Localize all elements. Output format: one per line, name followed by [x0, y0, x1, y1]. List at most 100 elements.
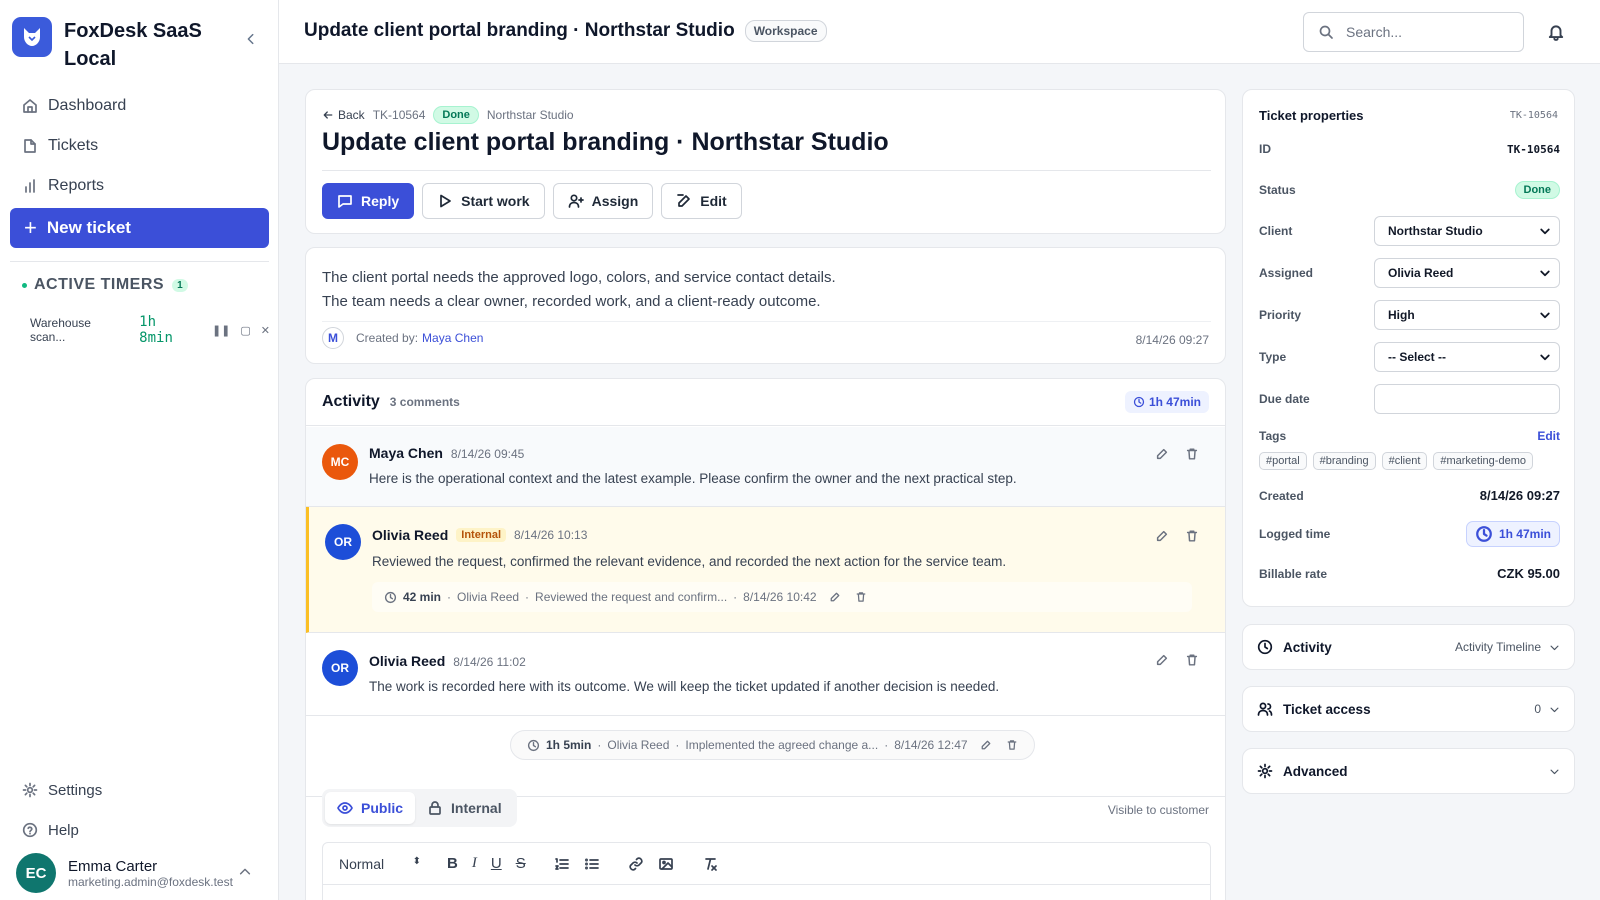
tag[interactable]: #branding — [1312, 452, 1376, 470]
bold-icon[interactable]: B — [447, 855, 458, 872]
bottom-nav: Settings Help — [22, 770, 272, 850]
type-select[interactable]: -- Select -- — [1374, 342, 1560, 372]
workspace-badge: Workspace — [744, 20, 827, 42]
prop-value: 8/14/26 09:27 — [1479, 488, 1560, 503]
search-input[interactable]: Search... — [1303, 12, 1524, 52]
edit-tags-link[interactable]: Edit — [1537, 429, 1560, 443]
time-entry-duration: 1h 5min — [546, 738, 592, 752]
time-entry[interactable]: 42 min · Olivia Reed · Reviewed the requ… — [372, 582, 1192, 612]
ticket-access-toggle[interactable]: Ticket access 0 — [1242, 686, 1575, 732]
divider — [10, 261, 269, 262]
assigned-select[interactable]: Olivia Reed — [1374, 258, 1560, 288]
image-icon[interactable] — [658, 856, 674, 872]
close-icon[interactable]: ✕ — [261, 324, 270, 337]
bell-icon[interactable] — [1547, 23, 1565, 41]
nav-tickets[interactable]: Tickets — [12, 126, 268, 166]
tab-public[interactable]: Public — [325, 792, 416, 824]
prop-id: ID TK-10564 — [1259, 142, 1560, 156]
comment-tools — [1155, 653, 1199, 667]
edit-button[interactable]: Edit — [661, 183, 742, 219]
prop-client: Client Northstar Studio — [1259, 216, 1560, 246]
ordered-list-icon[interactable] — [554, 856, 570, 872]
edit-label: Edit — [700, 193, 727, 209]
nav-reports[interactable]: Reports — [12, 166, 268, 206]
trash-icon[interactable] — [1185, 529, 1199, 543]
timer-item[interactable]: Warehouse scan... 1h 8min ❚❚ ▢ ✕ — [30, 314, 270, 346]
italic-icon[interactable]: I — [472, 855, 477, 872]
avatar: EC — [16, 853, 56, 893]
page-title: Update client portal branding · Northsta… — [304, 20, 827, 42]
brand[interactable]: FoxDesk SaaS Local — [12, 17, 214, 73]
logged-time-badge[interactable]: 1h 47min — [1465, 521, 1560, 547]
tab-internal[interactable]: Internal — [415, 792, 514, 824]
visibility-tabs: Public Internal — [322, 789, 517, 827]
comment-avatar: OR — [325, 524, 361, 560]
comment-text: Here is the operational context and the … — [369, 471, 1017, 486]
total-time: 1h 47min — [1148, 395, 1201, 409]
prop-priority: Priority High — [1259, 300, 1560, 330]
status-dot-icon — [22, 282, 27, 288]
advanced-toggle[interactable]: Advanced — [1242, 748, 1575, 794]
assign-button[interactable]: Assign — [552, 183, 654, 219]
time-entry[interactable]: 1h 5min · Olivia Reed · Implemented the … — [510, 730, 1035, 760]
edit-icon[interactable] — [1155, 653, 1169, 667]
edit-icon[interactable] — [1155, 529, 1169, 543]
edit-icon[interactable] — [829, 591, 841, 603]
user-menu[interactable]: EC Emma Carter marketing.admin@foxdesk.t… — [16, 853, 266, 893]
underline-icon[interactable]: U — [491, 855, 502, 872]
trash-icon[interactable] — [1185, 653, 1199, 667]
due-date-input[interactable] — [1374, 384, 1560, 414]
ticket-properties-card: Ticket properties TK-10564 ID TK-10564 S… — [1242, 89, 1575, 607]
nav-help[interactable]: Help — [22, 810, 272, 850]
reply-button[interactable]: Reply — [322, 183, 415, 219]
stop-icon[interactable]: ▢ — [240, 324, 250, 337]
comment-header: Olivia Reed Internal 8/14/26 10:13 — [372, 527, 587, 543]
tag[interactable]: #client — [1381, 452, 1428, 470]
pause-icon[interactable]: ❚❚ — [212, 324, 230, 337]
home-icon — [23, 99, 37, 113]
chevron-down-icon — [1540, 354, 1550, 361]
ticket-title: Update client portal branding · Northsta… — [322, 128, 889, 156]
prop-value: TK-10564 — [1507, 142, 1560, 156]
trash-icon[interactable] — [1006, 739, 1018, 751]
fox-logo-icon — [12, 17, 52, 57]
comment-avatar: OR — [322, 650, 358, 686]
back-link[interactable]: Back — [322, 108, 365, 122]
priority-select[interactable]: High — [1374, 300, 1560, 330]
activity-panel-toggle[interactable]: Activity Activity Timeline — [1242, 624, 1575, 670]
time-entry-date: 8/14/26 12:47 — [894, 738, 968, 752]
trash-icon[interactable] — [855, 591, 867, 603]
reply-editor[interactable]: Normal ⬍ B I U S — [322, 842, 1211, 900]
active-timers-title: ACTIVE TIMERS — [34, 276, 165, 293]
collapse-sidebar-icon[interactable] — [244, 32, 258, 46]
activity-header: Activity 3 comments 1h 47min — [306, 379, 1225, 426]
tag[interactable]: #portal — [1259, 452, 1307, 470]
clock-icon — [1133, 396, 1145, 408]
edit-icon[interactable] — [980, 739, 992, 751]
edit-icon[interactable] — [1155, 447, 1169, 461]
clear-format-icon[interactable] — [702, 856, 718, 872]
nav-dashboard[interactable]: Dashboard — [12, 86, 268, 126]
new-ticket-button[interactable]: + New ticket — [10, 208, 269, 248]
tag[interactable]: #marketing-demo — [1433, 452, 1533, 470]
nav-settings[interactable]: Settings — [22, 770, 272, 810]
start-work-button[interactable]: Start work — [422, 183, 545, 219]
trash-icon[interactable] — [1185, 447, 1199, 461]
comment: MC Maya Chen 8/14/26 09:45 Here is the op… — [306, 427, 1225, 507]
prop-label: Priority — [1259, 308, 1302, 322]
breadcrumb: Back TK-10564 Done Northstar Studio — [322, 106, 574, 124]
search-icon — [1319, 25, 1333, 39]
total-time-badge: 1h 47min — [1124, 391, 1209, 413]
nav-reports-label: Reports — [48, 177, 105, 194]
bullet-list-icon[interactable] — [584, 856, 600, 872]
link-icon[interactable] — [628, 856, 644, 872]
comment-date: 8/14/26 09:45 — [450, 447, 525, 461]
format-select[interactable]: Normal ⬍ — [339, 856, 421, 872]
internal-badge: Internal — [456, 528, 506, 542]
client-select-value: Northstar Studio — [1388, 224, 1483, 238]
creator-link[interactable]: Maya Chen — [422, 331, 483, 345]
client-select[interactable]: Northstar Studio — [1374, 216, 1560, 246]
separator-dot: · — [733, 590, 738, 604]
strikethrough-icon[interactable]: S — [516, 855, 526, 872]
play-icon — [440, 194, 451, 208]
